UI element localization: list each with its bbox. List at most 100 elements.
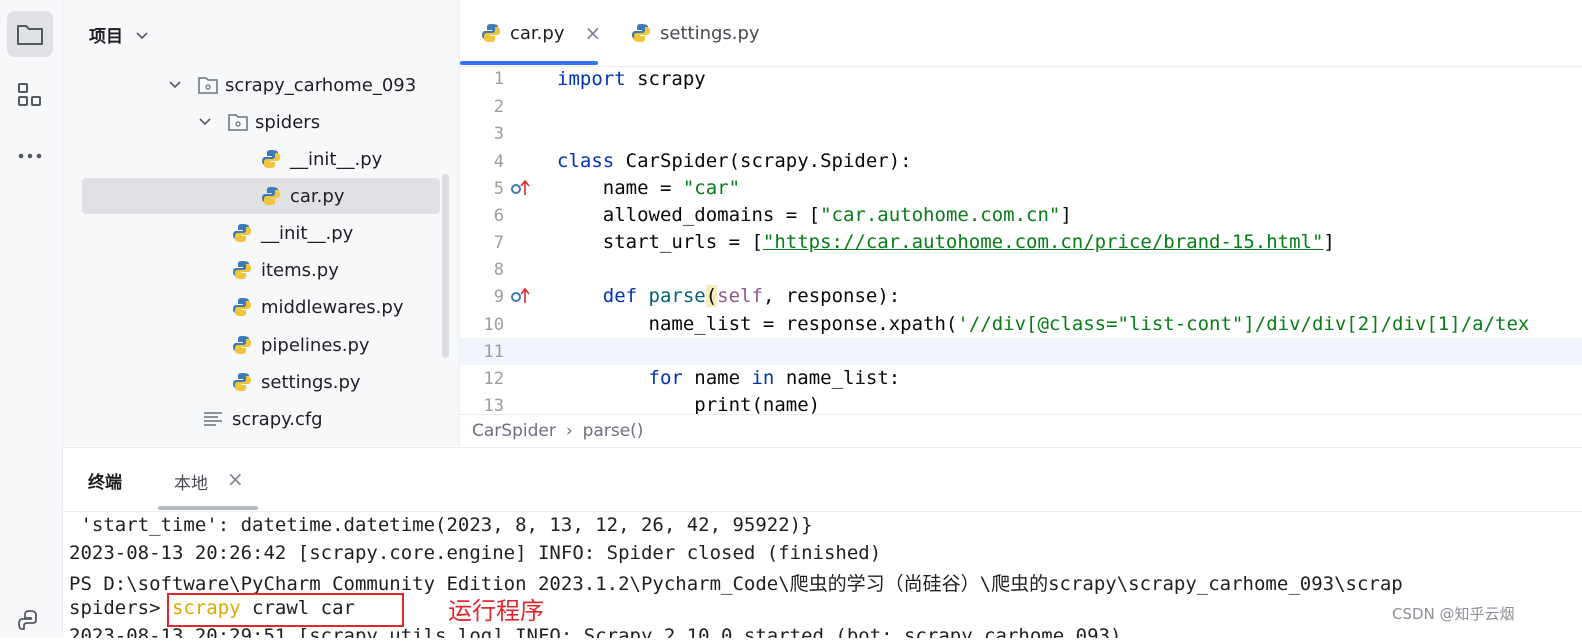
python-file-icon [233,224,251,242]
code-line-4[interactable]: class CarSpider(scrapy.Spider): [557,150,912,172]
terminal-output-line: 2023-08-13 20:26:42 [scrapy.core.engine]… [69,542,882,564]
code-line-1[interactable]: import scrapy [557,68,706,90]
project-panel: 项目 scrapy_carhome_093 spiders __init__.p… [63,0,460,446]
code-line-7[interactable]: start_urls = ["https://car.autohome.com.… [557,231,1335,253]
tree-item-scrapy-cfg[interactable]: scrapy.cfg [202,401,323,437]
tree-item-label: scrapy_carhome_093 [225,74,417,96]
breadcrumb-separator: › [565,420,573,441]
structure-icon[interactable] [7,72,53,118]
line-number: 6 [493,206,504,226]
code-string: "car" [682,177,741,199]
terminal-output-line: PS D:\software\PyCharm Community Edition… [69,573,1403,595]
code-keyword: class [557,150,615,172]
override-method-icon[interactable] [510,287,530,305]
code-string: "car.autohome.com.cn" [820,204,1061,226]
code-self: self [717,285,763,307]
line-number: 10 [483,315,504,335]
tree-item-spiders-init[interactable]: __init__.py [260,141,382,177]
code-line-10[interactable]: name_list = response.xpath('//div[@class… [557,313,1582,335]
code-text: name_list = response.xpath( [557,313,958,335]
line-number: 5 [493,179,504,199]
tree-item-label: car.py [290,185,345,207]
tree-item-middlewares[interactable]: middlewares.py [231,289,403,325]
python-file-icon [233,261,251,279]
terminal-tab-bar: 终端 本地 × [63,448,1582,512]
code-keyword: for [557,367,683,389]
breadcrumb: CarSpider › parse() [460,414,1582,446]
activity-bar [0,0,63,637]
chevron-down-icon[interactable] [197,114,213,130]
project-scrollbar[interactable] [442,174,449,358]
chevron-down-icon[interactable] [167,77,183,93]
tab-settings-py[interactable]: settings.py [630,0,760,66]
python-console-icon[interactable] [7,598,53,644]
editor: car.py × settings.py 1 2 3 4 5 6 7 8 9 1… [460,0,1582,446]
watermark: CSDN @知乎云烟 [1392,605,1515,623]
terminal-prompt: spiders> [69,597,161,619]
code-paren: ( [705,285,718,307]
tree-item-label: settings.py [261,371,361,393]
code-url-string[interactable]: "https://car.autohome.com.cn/price/brand… [763,231,1324,253]
python-file-icon [262,150,280,168]
tree-item-label: pipelines.py [261,334,370,356]
line-number: 4 [493,152,504,172]
chevron-down-icon[interactable] [135,28,149,42]
code-text: name [682,367,752,389]
terminal-output-line: 'start_time': datetime.datetime(2023, 8,… [69,514,813,536]
code-line-5[interactable]: name = "car" [557,177,740,199]
code-text: name = [557,177,683,199]
line-number: 12 [483,369,504,389]
active-tab-indicator [460,61,598,65]
tree-item-settings[interactable]: settings.py [231,364,361,400]
code-keyword: in [751,367,775,389]
tab-label: car.py [510,22,565,44]
tree-item-pipelines[interactable]: pipelines.py [231,327,370,363]
tree-item-scrapy-carhome-093[interactable]: scrapy_carhome_093 [167,67,416,103]
code-text: ] [1060,204,1072,226]
code-text: scrapy [625,68,706,90]
override-method-icon[interactable] [510,179,530,197]
code-string: '//div[@class="list-cont"]/div/div[2]/di… [957,313,1530,335]
line-number: 13 [483,396,504,414]
close-icon[interactable]: × [227,467,244,491]
code-text: , response): [762,285,901,307]
tab-label: settings.py [660,22,760,44]
code-line-6[interactable]: allowed_domains = ["car.autohome.com.cn"… [557,204,1072,226]
code-text: start_urls = [ [557,231,763,253]
tree-item-label: scrapy.cfg [232,408,323,430]
python-file-icon [262,187,280,205]
folder-icon[interactable] [7,11,53,57]
tree-item-spiders[interactable]: spiders [197,104,320,140]
code-line-9[interactable]: def parse(self, response): [557,285,900,307]
code-line-12[interactable]: for name in name_list: [557,367,901,389]
line-number: 2 [493,97,504,117]
line-number: 9 [493,287,504,307]
annotation-label: 运行程序 [448,597,544,625]
python-file-icon [482,24,500,42]
code-function-name: parse [637,285,706,307]
python-file-icon [233,298,251,316]
tree-item-init[interactable]: __init__.py [231,215,353,251]
tree-item-items[interactable]: items.py [231,252,339,288]
line-number: 11 [483,342,504,362]
tree-item-label: middlewares.py [261,296,404,318]
code-text: print(name) [557,394,821,414]
tab-car-py[interactable]: car.py × [480,0,601,66]
terminal-panel: 终端 本地 × 'start_time': datetime.datetime(… [63,447,1582,638]
breadcrumb-class[interactable]: CarSpider [472,421,556,441]
tab-local[interactable]: 本地 × [158,448,258,511]
line-number: 7 [493,233,504,253]
code-line-13[interactable]: print(name) [557,394,820,414]
tree-item-car-py[interactable]: car.py [82,178,440,214]
more-icon[interactable] [7,133,53,179]
package-folder-icon [198,77,218,94]
python-file-icon [233,336,251,354]
breadcrumb-method[interactable]: parse() [583,421,644,441]
code-text: CarSpider(scrapy.Spider): [614,150,912,172]
project-panel-header[interactable]: 项目 [89,22,149,47]
tree-item-label: __init__.py [261,222,354,244]
line-number: 8 [493,260,504,280]
terminal-title: 终端 [88,473,122,493]
close-icon[interactable]: × [584,21,601,45]
python-file-icon [233,373,251,391]
